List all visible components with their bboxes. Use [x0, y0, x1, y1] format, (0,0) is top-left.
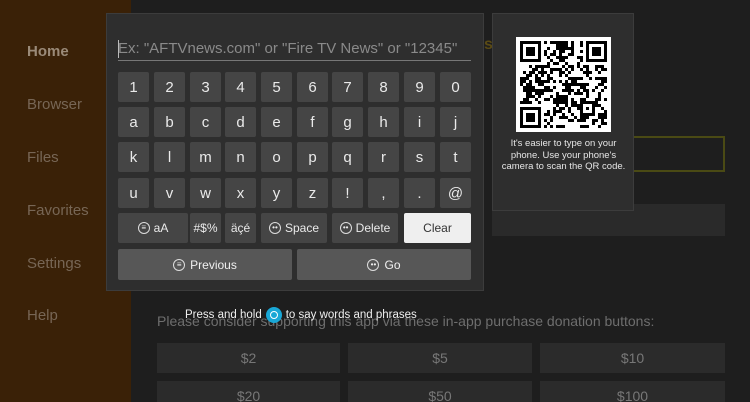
- key-7[interactable]: 7: [332, 72, 363, 102]
- key-i[interactable]: i: [404, 107, 435, 137]
- key-d[interactable]: d: [225, 107, 256, 137]
- key-q[interactable]: q: [332, 142, 363, 172]
- qr-code-image: [516, 37, 611, 132]
- previous-label: Previous: [190, 257, 237, 272]
- key-3[interactable]: 3: [190, 72, 221, 102]
- key-n[interactable]: n: [225, 142, 256, 172]
- voice-hint: Press and hold to say words and phrases: [185, 307, 417, 323]
- key-1[interactable]: 1: [118, 72, 149, 102]
- donate-100-button[interactable]: $100: [540, 381, 725, 402]
- key-s[interactable]: s: [404, 142, 435, 172]
- symbols-key[interactable]: #$%: [190, 213, 221, 243]
- key-x[interactable]: x: [225, 178, 256, 208]
- key-a[interactable]: a: [118, 107, 149, 137]
- key-9[interactable]: 9: [404, 72, 435, 102]
- qr-instructions: It's easier to type on your phone. Use y…: [501, 138, 626, 172]
- donate-50-button[interactable]: $50: [348, 381, 532, 402]
- go-label: Go: [384, 257, 401, 272]
- sidebar-item-favorites[interactable]: Favorites: [27, 202, 89, 219]
- key-4[interactable]: 4: [225, 72, 256, 102]
- key-j[interactable]: j: [440, 107, 471, 137]
- key-5[interactable]: 5: [261, 72, 292, 102]
- key-v[interactable]: v: [154, 178, 185, 208]
- sidebar-item-home[interactable]: Home: [27, 43, 69, 60]
- go-button[interactable]: •• Go: [297, 249, 471, 280]
- key-at[interactable]: @: [440, 178, 471, 208]
- donate-20-button[interactable]: $20: [157, 381, 340, 402]
- sidebar-item-help[interactable]: Help: [27, 307, 58, 324]
- key-c[interactable]: c: [190, 107, 221, 137]
- previous-button[interactable]: ≡ Previous: [118, 249, 292, 280]
- key-k[interactable]: k: [118, 142, 149, 172]
- key-f[interactable]: f: [297, 107, 328, 137]
- key-m[interactable]: m: [190, 142, 221, 172]
- key-period[interactable]: .: [404, 178, 435, 208]
- key-z[interactable]: z: [297, 178, 328, 208]
- key-g[interactable]: g: [332, 107, 363, 137]
- accents-key[interactable]: äçé: [225, 213, 256, 243]
- key-r[interactable]: r: [368, 142, 399, 172]
- dots-icon: ••: [367, 258, 380, 271]
- key-e[interactable]: e: [261, 107, 292, 137]
- search-input[interactable]: Ex: "AFTVnews.com" or "Fire TV News" or …: [118, 37, 471, 61]
- key-t[interactable]: t: [440, 142, 471, 172]
- donate-10-button[interactable]: $10: [540, 343, 725, 373]
- key-exclamation[interactable]: !: [332, 178, 363, 208]
- dots-icon: ••: [339, 222, 352, 234]
- menu-icon: ≡: [137, 222, 150, 234]
- sidebar-item-files[interactable]: Files: [27, 149, 59, 166]
- donate-5-button[interactable]: $5: [348, 343, 532, 373]
- key-y[interactable]: y: [261, 178, 292, 208]
- key-comma[interactable]: ,: [368, 178, 399, 208]
- key-h[interactable]: h: [368, 107, 399, 137]
- donate-2-button[interactable]: $2: [157, 343, 340, 373]
- key-l[interactable]: l: [154, 142, 185, 172]
- key-2[interactable]: 2: [154, 72, 185, 102]
- key-6[interactable]: 6: [297, 72, 328, 102]
- key-w[interactable]: w: [190, 178, 221, 208]
- sidebar-item-settings[interactable]: Settings: [27, 255, 81, 272]
- dots-icon: ••: [268, 222, 281, 234]
- key-0[interactable]: 0: [440, 72, 471, 102]
- key-p[interactable]: p: [297, 142, 328, 172]
- key-8[interactable]: 8: [368, 72, 399, 102]
- clear-key[interactable]: Clear: [404, 213, 471, 243]
- delete-key[interactable]: •• Delete: [332, 213, 398, 243]
- menu-icon: ≡: [173, 258, 186, 271]
- voice-hint-after: to say words and phrases: [285, 309, 417, 321]
- sidebar-item-browser[interactable]: Browser: [27, 96, 82, 113]
- case-toggle-key[interactable]: ≡ aA: [118, 213, 188, 243]
- space-key[interactable]: •• Space: [261, 213, 327, 243]
- alexa-icon: [265, 307, 282, 323]
- voice-hint-before: Press and hold: [185, 309, 262, 321]
- key-o[interactable]: o: [261, 142, 292, 172]
- space-key-label: Space: [284, 221, 320, 235]
- case-key-label: aA: [153, 221, 169, 235]
- key-b[interactable]: b: [154, 107, 185, 137]
- delete-key-label: Delete: [355, 221, 391, 235]
- key-u[interactable]: u: [118, 178, 149, 208]
